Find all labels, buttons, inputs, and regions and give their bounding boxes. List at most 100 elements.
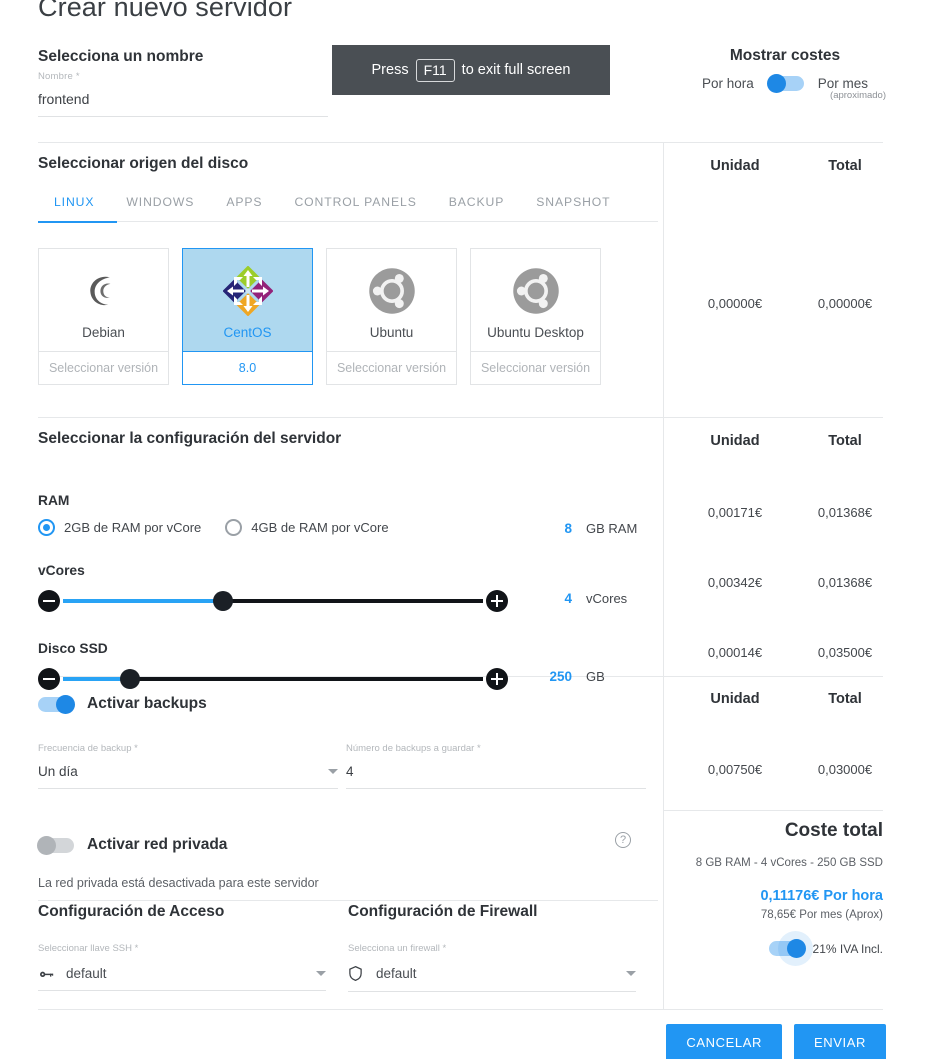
server-name-input[interactable]: frontend (38, 91, 328, 107)
firewall-value[interactable]: default (376, 966, 626, 981)
ssd-slider-thumb[interactable] (120, 669, 141, 689)
ssh-key-value[interactable]: default (66, 966, 316, 981)
backup-price-unit-header: Unidad (710, 691, 760, 707)
os-card-ubuntu[interactable]: Ubuntu Seleccionar versión (326, 248, 457, 385)
ram-radio-2gb[interactable] (38, 519, 55, 536)
disk-price-unit-value: 0,00000€ (707, 296, 763, 311)
private-network-toggle-knob (37, 835, 56, 855)
help-circle-icon[interactable]: ? (615, 832, 631, 848)
ram-radio-4gb[interactable] (225, 519, 243, 536)
ssd-decrement-button[interactable] (38, 668, 60, 690)
shield-icon (348, 965, 368, 982)
ssd-slider[interactable] (38, 666, 508, 692)
ssd-price-unit: 0,00014€ (707, 645, 763, 660)
os-card-ubuntu-desktop[interactable]: Ubuntu Desktop Seleccionar versión (470, 248, 601, 385)
ram-label: RAM (38, 493, 70, 508)
access-config-column: Configuración de Acceso Seleccionar llav… (38, 903, 348, 992)
total-cost-per-hour: 0,11176€ Por hora (760, 888, 883, 904)
os-version-ubuntu-desktop[interactable]: Seleccionar versión (470, 351, 601, 385)
ram-value-display: 8 GB RAM (528, 521, 658, 536)
tab-backup[interactable]: BACKUP (433, 195, 521, 222)
backup-section: Activar backups Frecuencia de backup * U… (38, 694, 658, 789)
debian-swirl-icon (81, 263, 127, 319)
costs-per-month-label: Por mes (817, 76, 869, 91)
os-version-centos[interactable]: 8.0 (182, 351, 313, 385)
iva-toggle-row[interactable]: 21% IVA Incl. (663, 931, 883, 966)
ssd-slider-track[interactable] (63, 669, 483, 689)
os-version-debian[interactable]: Seleccionar versión (38, 351, 169, 385)
vcores-slider-track[interactable] (63, 591, 483, 611)
private-network-section: Activar red privada ? La red privada est… (37, 832, 658, 901)
cancel-button[interactable]: CANCELAR (666, 1024, 782, 1059)
backup-count-label: Número de backups a guardar * (346, 743, 481, 754)
os-card-debian[interactable]: Debian Seleccionar versión (38, 248, 169, 385)
chevron-down-icon[interactable] (316, 970, 326, 976)
iva-toggle-label: 21% IVA Incl. (812, 941, 883, 956)
submit-button[interactable]: ENVIAR (793, 1024, 886, 1059)
vcores-slider-fill (63, 599, 223, 603)
key-icon (38, 965, 58, 981)
ssd-block: Disco SSD 250 GB (38, 641, 658, 692)
backup-fields: Frecuencia de backup * Un día Número de … (38, 743, 658, 789)
ram-radio-4gb-label[interactable]: 4GB de RAM por vCore (251, 520, 388, 535)
backup-count-field[interactable]: Número de backups a guardar * 4 (346, 743, 654, 789)
vcores-slider-thumb[interactable] (212, 591, 233, 611)
os-name-centos: CentOS (223, 325, 272, 340)
costs-approx-note: (aproximado) (830, 90, 886, 101)
costs-period-toggle[interactable] (766, 74, 804, 93)
ram-radio-2gb-label[interactable]: 2GB de RAM por vCore (64, 520, 201, 535)
os-version-ubuntu[interactable]: Seleccionar versión (326, 351, 457, 385)
disk-price-unit-header: Unidad (710, 158, 760, 174)
chevron-down-icon[interactable] (328, 769, 338, 774)
backup-frequency-field[interactable]: Frecuencia de backup * Un día (38, 743, 346, 789)
firewall-select[interactable]: default (348, 965, 636, 992)
disk-price-headers: Unidad Total (680, 158, 900, 174)
footer-actions: CANCELAR ENVIAR (666, 1024, 886, 1059)
private-network-note: La red privada está desactivada para est… (38, 876, 658, 901)
tab-control-panels[interactable]: CONTROL PANELS (278, 195, 432, 222)
firewall-label: Selecciona un firewall * (348, 943, 447, 954)
vcores-slider[interactable] (38, 588, 508, 614)
backup-toggle[interactable] (38, 694, 75, 714)
backup-toggle-label: Activar backups (87, 695, 207, 712)
backup-price-total-header: Total (828, 691, 862, 707)
vcores-unit: vCores (586, 591, 628, 606)
costs-per-hour-label: Por hora (701, 76, 754, 91)
backup-count-value[interactable]: 4 (346, 764, 354, 779)
disk-source-section: Seleccionar origen del disco LINUX WINDO… (38, 155, 658, 385)
page-title: Crear nuevo servidor (38, 0, 293, 22)
name-field-underline (38, 116, 328, 117)
chevron-down-icon[interactable] (626, 971, 636, 976)
vcores-label: vCores (38, 563, 85, 578)
divider-footer (38, 1009, 883, 1010)
tab-linux[interactable]: LINUX (38, 195, 110, 222)
ssh-key-select[interactable]: default (38, 965, 326, 991)
tab-apps[interactable]: APPS (210, 195, 278, 222)
price-divider-2 (663, 676, 883, 677)
vcores-increment-button[interactable] (486, 590, 508, 612)
private-network-toggle[interactable] (37, 835, 74, 855)
name-field-label: Nombre * (38, 71, 80, 82)
os-card-centos[interactable]: CentOS 8.0 (182, 248, 313, 385)
config-price-unit-header: Unidad (710, 433, 760, 449)
active-tab-indicator (38, 221, 117, 223)
ram-unit: GB RAM (586, 521, 638, 536)
backup-toggle-row[interactable]: Activar backups (38, 694, 658, 714)
backup-frequency-value[interactable]: Un día (38, 764, 78, 779)
os-name-ubuntu: Ubuntu (369, 325, 414, 340)
centos-logo-icon (222, 263, 273, 319)
tab-snapshot[interactable]: SNAPSHOT (520, 195, 626, 222)
name-section-heading: Selecciona un nombre (38, 48, 204, 65)
total-cost-spec: 8 GB RAM - 4 vCores - 250 GB SSD (695, 857, 883, 869)
ssd-increment-button[interactable] (486, 668, 508, 690)
ram-value: 8 (564, 521, 572, 536)
tab-windows[interactable]: WINDOWS (110, 195, 210, 222)
vcores-decrement-button[interactable] (38, 590, 60, 612)
private-network-toggle-row[interactable]: Activar red privada (37, 835, 658, 855)
config-price-headers: Unidad Total (680, 433, 900, 449)
iva-toggle[interactable] (768, 931, 813, 966)
os-name-debian: Debian (82, 325, 125, 340)
server-config-heading: Seleccionar la configuración del servido… (38, 430, 342, 447)
os-card-list: Debian Seleccionar versión CentOS 8.0 Ub… (38, 248, 658, 385)
ram-block: RAM 2GB de RAM por vCore 4GB de RAM por … (38, 493, 658, 536)
